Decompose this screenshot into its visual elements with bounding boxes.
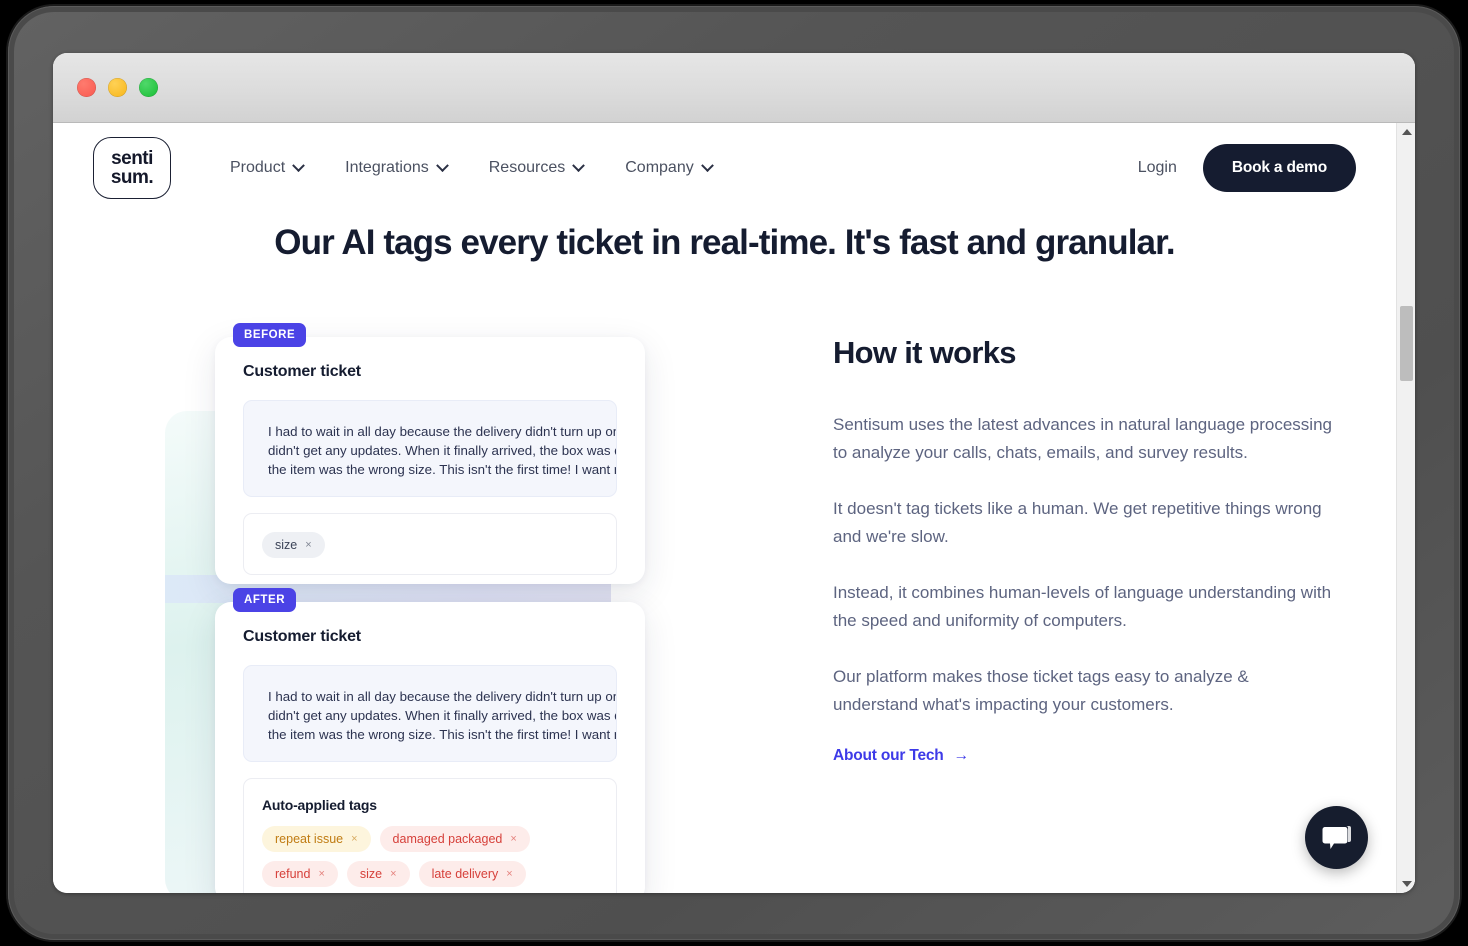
- tag-label: late delivery: [432, 867, 499, 881]
- nav-item-resources[interactable]: Resources: [489, 159, 583, 177]
- about-our-tech-label: About our Tech: [833, 747, 944, 765]
- tag-label: damaged packaged: [393, 832, 503, 846]
- nav-right-group: Login Book a demo: [1138, 144, 1356, 192]
- remove-tag-icon[interactable]: ×: [510, 833, 516, 845]
- chat-bubble-icon: [1322, 824, 1352, 852]
- scroll-up-arrow-icon[interactable]: [1397, 123, 1415, 141]
- site-navbar: senti sum. Product Integrations Resource…: [53, 123, 1396, 213]
- nav-item-label: Product: [230, 159, 285, 177]
- ticket-text-line-1: I had to wait in all day because the del…: [268, 687, 592, 706]
- minimize-window-button[interactable]: [108, 78, 127, 97]
- tag-chip[interactable]: size ×: [347, 861, 410, 887]
- browser-window: senti sum. Product Integrations Resource…: [53, 53, 1415, 893]
- browser-viewport: senti sum. Product Integrations Resource…: [53, 123, 1415, 893]
- how-it-works-paragraph: Our platform makes those ticket tags eas…: [833, 663, 1333, 719]
- ticket-text-line-2: didn't get any updates. When it finally …: [268, 706, 592, 725]
- tag-chip[interactable]: damaged packaged ×: [380, 826, 530, 852]
- tag-list: repeat issue × damaged packaged × refund…: [262, 826, 598, 887]
- ticket-text: I had to wait in all day because the del…: [243, 665, 617, 762]
- chevron-down-icon: [701, 159, 714, 172]
- ticket-text: I had to wait in all day because the del…: [243, 400, 617, 497]
- vertical-scrollbar[interactable]: [1396, 123, 1415, 893]
- card-title: Customer ticket: [243, 363, 617, 381]
- nav-item-company[interactable]: Company: [625, 159, 711, 177]
- remove-tag-icon[interactable]: ×: [318, 868, 324, 880]
- window-titlebar: [53, 53, 1415, 123]
- before-ticket-card: BEFORE Customer ticket I had to wait in …: [215, 337, 645, 584]
- before-after-visual: BEFORE Customer ticket I had to wait in …: [109, 323, 749, 893]
- how-it-works-title: How it works: [833, 335, 1333, 371]
- login-link[interactable]: Login: [1138, 159, 1177, 177]
- before-tag-panel: size ×: [243, 513, 617, 575]
- tag-label: refund: [275, 867, 310, 881]
- scroll-down-arrow-icon[interactable]: [1397, 875, 1415, 893]
- after-badge: AFTER: [233, 588, 296, 612]
- remove-tag-icon[interactable]: ×: [506, 868, 512, 880]
- nav-item-label: Resources: [489, 159, 565, 177]
- tag-chip[interactable]: late delivery ×: [419, 861, 526, 887]
- chat-widget-button[interactable]: [1305, 806, 1368, 869]
- content-split: BEFORE Customer ticket I had to wait in …: [53, 323, 1396, 893]
- sentisum-logo[interactable]: senti sum.: [93, 137, 171, 199]
- nav-item-label: Integrations: [345, 159, 429, 177]
- close-window-button[interactable]: [77, 78, 96, 97]
- how-it-works-paragraph: Sentisum uses the latest advances in nat…: [833, 411, 1333, 467]
- ticket-text-line-3: the item was the wrong size. This isn't …: [268, 460, 592, 479]
- logo-line-2: sum.: [111, 168, 153, 187]
- logo-line-1: senti: [111, 149, 153, 168]
- page-content: senti sum. Product Integrations Resource…: [53, 123, 1396, 893]
- tag-label: size: [275, 538, 297, 552]
- how-it-works-section: How it works Sentisum uses the latest ad…: [833, 323, 1333, 893]
- how-it-works-paragraph: It doesn't tag tickets like a human. We …: [833, 495, 1333, 551]
- tag-chip[interactable]: size ×: [262, 532, 325, 558]
- tag-chip[interactable]: repeat issue ×: [262, 826, 371, 852]
- tag-chip[interactable]: refund ×: [262, 861, 338, 887]
- ticket-text-line-2: didn't get any updates. When it finally …: [268, 441, 592, 460]
- book-a-demo-button[interactable]: Book a demo: [1203, 144, 1356, 192]
- nav-item-label: Company: [625, 159, 693, 177]
- auto-applied-tags-title: Auto-applied tags: [262, 797, 598, 813]
- page-headline: Our AI tags every ticket in real-time. I…: [53, 223, 1396, 263]
- nav-links: Product Integrations Resources Company: [230, 159, 712, 177]
- chevron-down-icon: [292, 159, 305, 172]
- ticket-text-line-1: I had to wait in all day because the del…: [268, 422, 592, 441]
- nav-item-integrations[interactable]: Integrations: [345, 159, 447, 177]
- tag-label: repeat issue: [275, 832, 343, 846]
- chevron-down-icon: [572, 159, 585, 172]
- card-title: Customer ticket: [243, 628, 617, 646]
- arrow-right-icon: →: [954, 747, 969, 765]
- zoom-window-button[interactable]: [139, 78, 158, 97]
- before-badge: BEFORE: [233, 323, 306, 347]
- remove-tag-icon[interactable]: ×: [390, 868, 396, 880]
- scrollbar-thumb[interactable]: [1400, 306, 1413, 381]
- how-it-works-paragraph: Instead, it combines human-levels of lan…: [833, 579, 1333, 635]
- nav-item-product[interactable]: Product: [230, 159, 303, 177]
- auto-applied-tags-panel: Auto-applied tags repeat issue × damaged…: [243, 778, 617, 893]
- chevron-down-icon: [436, 159, 449, 172]
- tag-list: size ×: [262, 532, 598, 558]
- remove-tag-icon[interactable]: ×: [351, 833, 357, 845]
- remove-tag-icon[interactable]: ×: [305, 539, 311, 551]
- tag-label: size: [360, 867, 382, 881]
- about-our-tech-link[interactable]: About our Tech →: [833, 747, 969, 765]
- ticket-text-line-3: the item was the wrong size. This isn't …: [268, 725, 592, 744]
- after-ticket-card: AFTER Customer ticket I had to wait in a…: [215, 602, 645, 893]
